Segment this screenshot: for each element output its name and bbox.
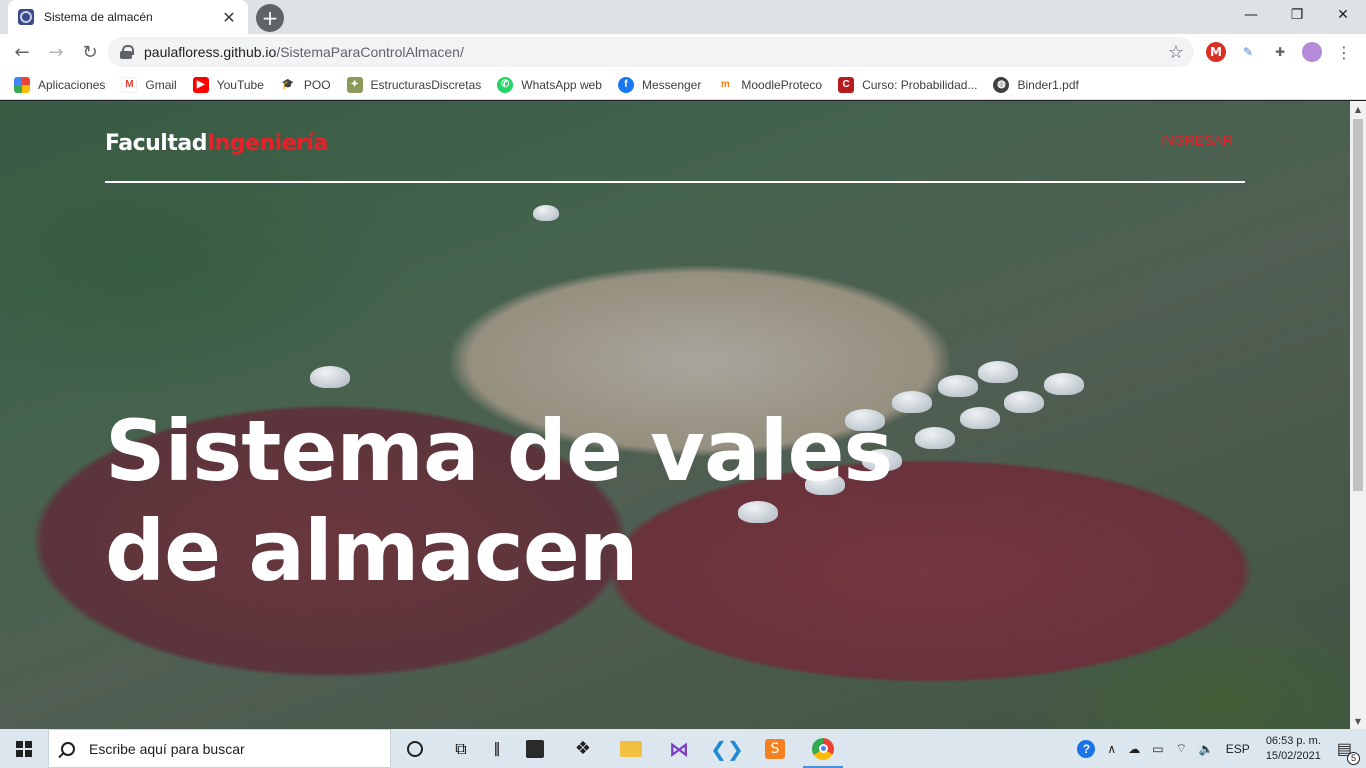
- file-explorer-icon[interactable]: [607, 729, 655, 768]
- globe-icon: ◍: [993, 76, 1010, 93]
- close-tab-icon[interactable]: ✕: [220, 8, 238, 27]
- network-icon[interactable]: ⌔: [1176, 741, 1187, 756]
- facebook-icon: f: [617, 76, 634, 93]
- reload-button[interactable]: ↻: [76, 38, 104, 66]
- visual-studio-icon[interactable]: ⋈: [655, 729, 703, 768]
- apps-grid-icon: [14, 76, 30, 93]
- onedrive-icon[interactable]: ☁: [1128, 742, 1140, 756]
- battery-icon[interactable]: ▭: [1152, 742, 1163, 756]
- bookmark-youtube[interactable]: ▶ YouTube: [192, 76, 264, 93]
- lock-icon[interactable]: [120, 45, 134, 59]
- tab-title: Sistema de almacén: [44, 10, 153, 24]
- dome-decoration: [938, 375, 978, 397]
- close-window-button[interactable]: ✕: [1320, 0, 1366, 30]
- back-button[interactable]: ←: [8, 38, 36, 66]
- course-icon: ✦: [346, 76, 363, 93]
- windows-logo-icon: [16, 740, 32, 757]
- bookmark-aplicaciones[interactable]: Aplicaciones: [14, 76, 105, 93]
- site-favicon-icon: [18, 9, 34, 25]
- new-tab-button[interactable]: +: [256, 4, 284, 32]
- dome-decoration: [978, 361, 1018, 383]
- gmail-icon: M: [121, 76, 138, 93]
- vscode-icon[interactable]: ❮❯: [703, 729, 751, 768]
- scrollbar-thumb[interactable]: [1353, 119, 1363, 491]
- notifications-icon[interactable]: ▤ 5: [1337, 739, 1360, 765]
- site-logo[interactable]: FacultadIngeniería: [105, 131, 328, 156]
- hero-background-image: FacultadIngeniería INGRESAR Sistema de v…: [0, 101, 1350, 729]
- chrome-icon[interactable]: [799, 729, 847, 768]
- bookmark-star-icon[interactable]: ☆: [1168, 42, 1184, 63]
- cortana-icon[interactable]: [391, 729, 439, 768]
- language-indicator[interactable]: ESP: [1226, 742, 1250, 756]
- profile-avatar[interactable]: [1302, 42, 1322, 62]
- show-hidden-icons-icon[interactable]: ∧: [1107, 742, 1116, 756]
- moodle-icon: m: [717, 76, 734, 93]
- address-bar[interactable]: paulafloress.github.io/SistemaParaContro…: [108, 37, 1194, 67]
- help-icon[interactable]: ?: [1077, 739, 1096, 758]
- bookmark-gmail[interactable]: M Gmail: [121, 76, 177, 93]
- browser-titlebar: Sistema de almacén ✕ + — ❐ ✕: [0, 0, 1366, 34]
- extension-feather-icon[interactable]: ✎: [1238, 42, 1258, 62]
- dome-decoration: [533, 205, 559, 221]
- bookmark-binder1[interactable]: ◍ Binder1.pdf: [993, 76, 1079, 93]
- browser-tab[interactable]: Sistema de almacén ✕: [8, 0, 248, 34]
- dome-decoration: [310, 366, 350, 388]
- bookmark-curso-probabilidad[interactable]: C Curso: Probabilidad...: [838, 76, 977, 93]
- whatsapp-icon: ✆: [497, 76, 514, 93]
- graduation-cap-icon: 🎓: [279, 76, 296, 93]
- forward-button[interactable]: →: [42, 38, 70, 66]
- notification-count: 5: [1347, 751, 1360, 765]
- windows-taskbar: Escribe aquí para buscar ⧉ ‖ ❖ ⋈ ❮❯ S ? …: [0, 729, 1366, 768]
- extensions-puzzle-icon[interactable]: ✚: [1270, 42, 1290, 62]
- menu-kebab-icon[interactable]: ⋮: [1334, 42, 1354, 62]
- taskbar-divider-icon[interactable]: ‖: [483, 729, 511, 768]
- youtube-icon: ▶: [192, 76, 209, 93]
- sublime-text-icon[interactable]: S: [751, 729, 799, 768]
- site-navbar: FacultadIngeniería INGRESAR: [105, 123, 1245, 183]
- task-view-icon[interactable]: ⧉: [439, 729, 483, 768]
- page-scrollbar[interactable]: ▲ ▼: [1350, 101, 1366, 729]
- url-text[interactable]: paulafloress.github.io/SistemaParaContro…: [144, 44, 464, 60]
- dropbox-icon[interactable]: ❖: [559, 729, 607, 768]
- course-red-icon: C: [838, 76, 855, 93]
- extension-m-icon[interactable]: M: [1206, 42, 1226, 62]
- scroll-up-icon[interactable]: ▲: [1350, 101, 1366, 117]
- start-button[interactable]: [0, 729, 48, 768]
- clock[interactable]: 06:53 p. m. 15/02/2021: [1266, 734, 1321, 764]
- restore-button[interactable]: ❐: [1274, 0, 1320, 30]
- dome-decoration: [1004, 391, 1044, 413]
- search-icon: [61, 741, 75, 756]
- bookmark-estructurasdiscretas[interactable]: ✦ EstructurasDiscretas: [346, 76, 481, 93]
- dome-decoration: [1044, 373, 1084, 395]
- store-icon[interactable]: [511, 729, 559, 768]
- bookmarks-bar: Aplicaciones M Gmail ▶ YouTube 🎓 POO ✦ E…: [0, 70, 1366, 100]
- bookmark-moodleproteco[interactable]: m MoodleProteco: [717, 76, 822, 93]
- login-link[interactable]: INGRESAR: [1160, 132, 1233, 148]
- bookmark-poo[interactable]: 🎓 POO: [279, 76, 331, 93]
- minimize-button[interactable]: —: [1228, 0, 1274, 30]
- bookmark-whatsapp[interactable]: ✆ WhatsApp web: [497, 76, 602, 93]
- taskbar-search[interactable]: Escribe aquí para buscar: [48, 729, 391, 768]
- scroll-down-icon[interactable]: ▼: [1350, 713, 1366, 729]
- bookmark-messenger[interactable]: f Messenger: [617, 76, 701, 93]
- hero-title: Sistema de vales de almacen: [105, 402, 893, 600]
- search-placeholder: Escribe aquí para buscar: [89, 740, 245, 757]
- volume-icon[interactable]: 🔈: [1199, 742, 1214, 756]
- system-tray: ? ∧ ☁ ▭ ⌔ 🔈 ESP 06:53 p. m. 15/02/2021 ▤…: [1071, 729, 1366, 768]
- browser-toolbar: ← → ↻ paulafloress.github.io/SistemaPara…: [0, 34, 1366, 70]
